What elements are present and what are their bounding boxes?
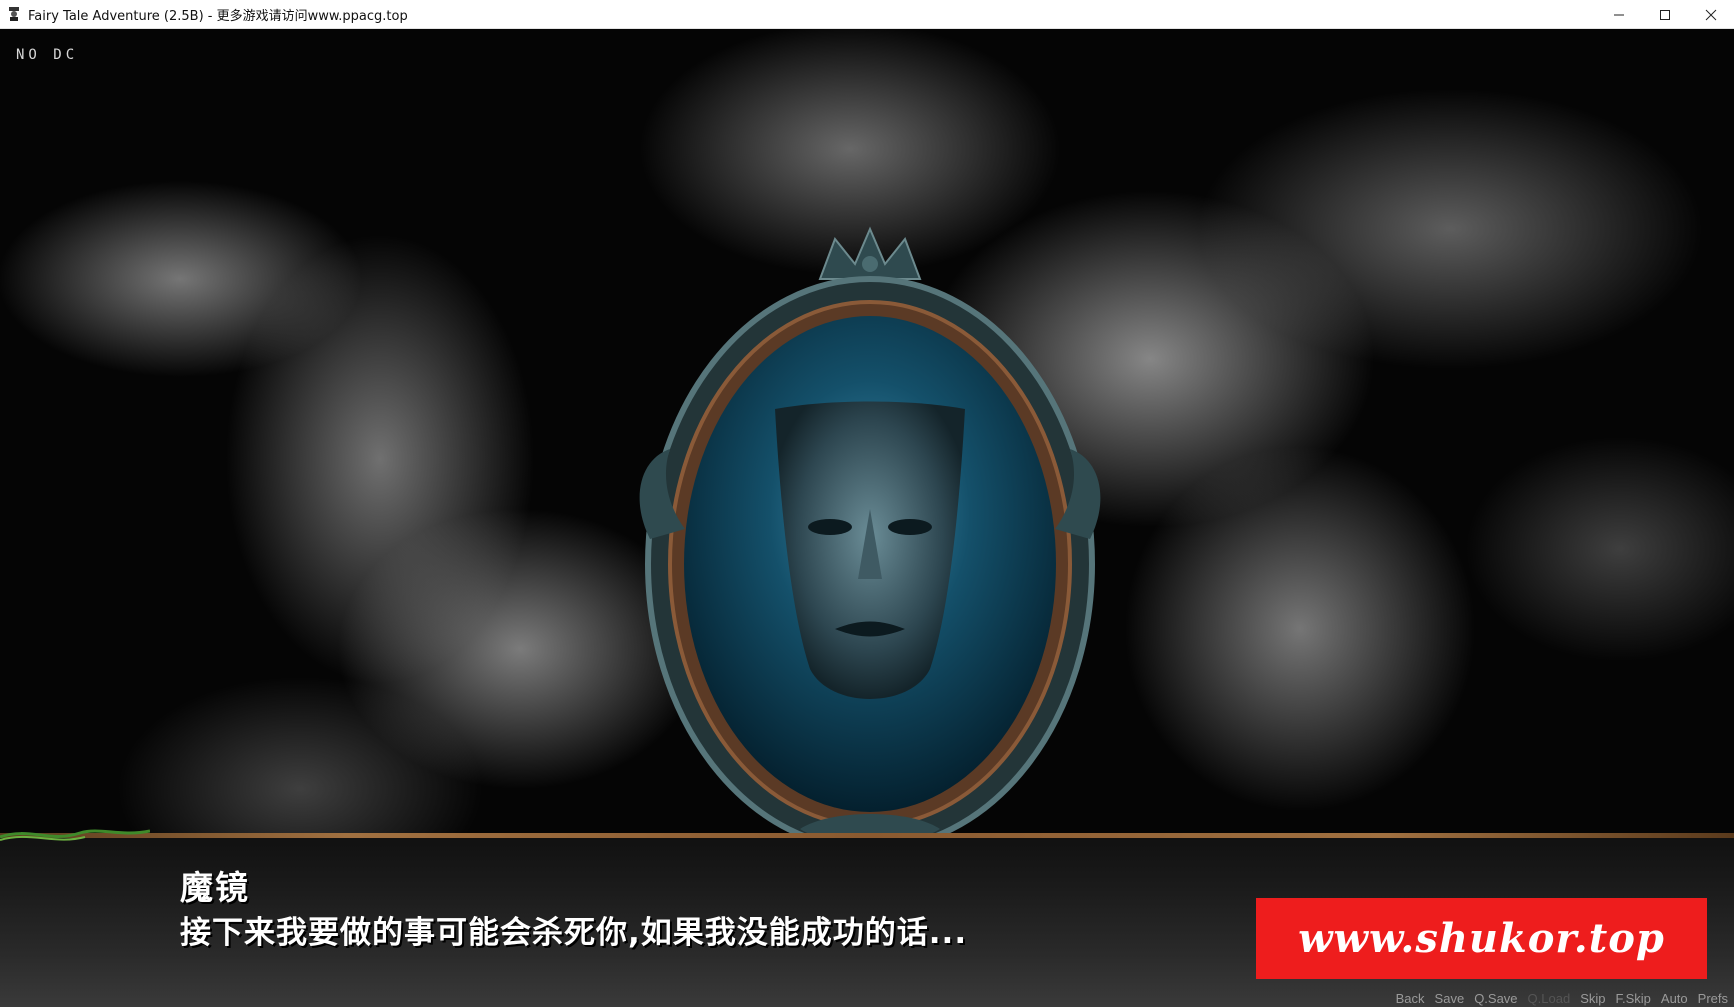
quick-menu-prefs[interactable]: Prefs bbox=[1698, 991, 1728, 1006]
minimize-icon bbox=[1614, 14, 1624, 15]
dialogue-border bbox=[0, 833, 1734, 838]
quick-menu-qload[interactable]: Q.Load bbox=[1528, 991, 1571, 1006]
quick-menu-save[interactable]: Save bbox=[1435, 991, 1465, 1006]
quick-menu: Back Save Q.Save Q.Load Skip F.Skip Auto… bbox=[1396, 991, 1728, 1006]
quick-menu-qsave[interactable]: Q.Save bbox=[1474, 991, 1517, 1006]
window-controls bbox=[1596, 0, 1734, 29]
window-title: Fairy Tale Adventure (2.5B) - 更多游戏请访问www… bbox=[28, 8, 408, 24]
close-icon bbox=[1705, 9, 1717, 20]
dialogue-text: 接下来我要做的事可能会杀死你,如果我没能成功的话... bbox=[180, 915, 968, 951]
speaker-name: 魔镜 bbox=[180, 868, 250, 907]
quick-menu-back[interactable]: Back bbox=[1396, 991, 1425, 1006]
vine-decoration bbox=[0, 829, 150, 841]
app-icon bbox=[9, 7, 19, 21]
watermark-banner: www.shukor.top bbox=[1256, 898, 1707, 979]
minimize-button[interactable] bbox=[1596, 0, 1642, 29]
quick-menu-auto[interactable]: Auto bbox=[1661, 991, 1688, 1006]
quick-menu-skip[interactable]: Skip bbox=[1580, 991, 1605, 1006]
watermark-text: www.shukor.top bbox=[1298, 915, 1665, 962]
quick-menu-fskip[interactable]: F.Skip bbox=[1616, 991, 1651, 1006]
maximize-icon bbox=[1660, 9, 1670, 20]
game-viewport[interactable]: NO DC 魔镜 接下来我要做的事可能会杀死你,如果我没能成功的话... www… bbox=[0, 29, 1734, 1007]
close-button[interactable] bbox=[1688, 0, 1734, 29]
window-titlebar: Fairy Tale Adventure (2.5B) - 更多游戏请访问www… bbox=[0, 0, 1734, 29]
corner-label: NO DC bbox=[16, 47, 79, 63]
magic-mirror-illustration bbox=[639, 226, 1101, 849]
maximize-button[interactable] bbox=[1642, 0, 1688, 29]
